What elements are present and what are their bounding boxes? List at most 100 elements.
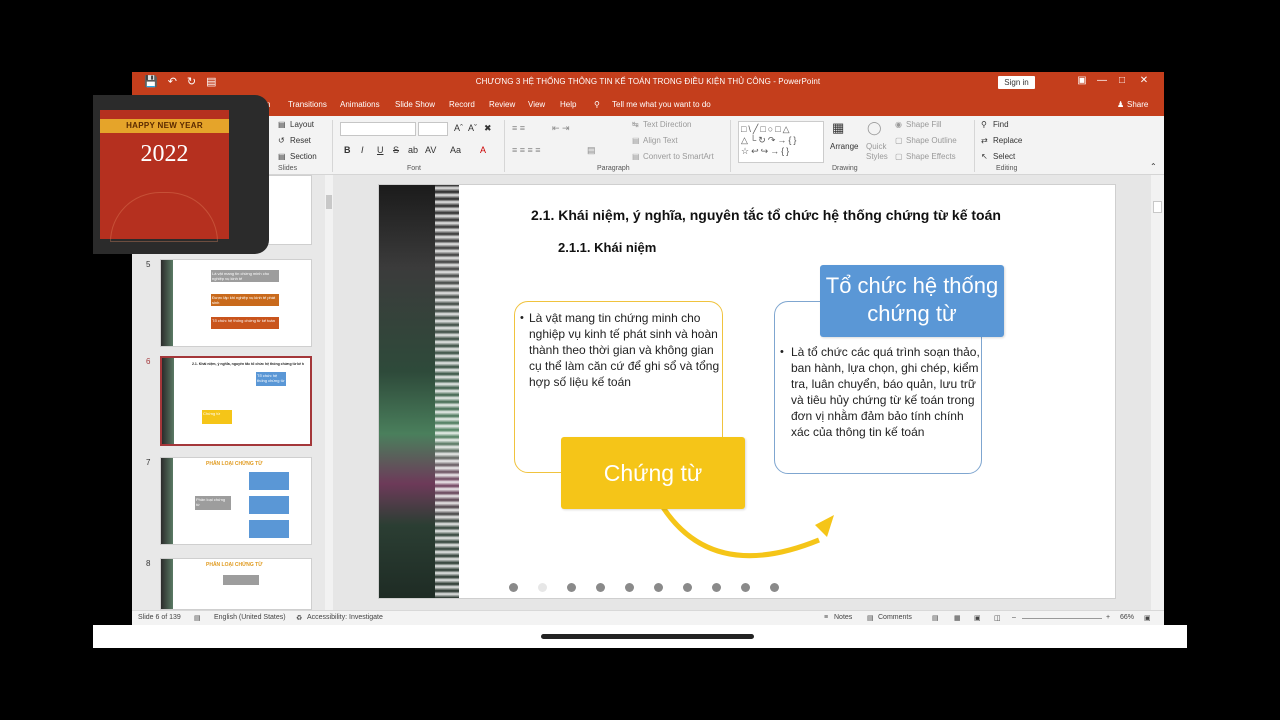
replace-button[interactable]: Replace (993, 136, 1022, 145)
increase-font-icon[interactable]: Aˆ (454, 123, 463, 133)
collapse-ribbon-icon[interactable]: ⌃ (1150, 162, 1157, 171)
align-text-button[interactable]: Align Text (643, 136, 678, 145)
section-button[interactable]: Section (290, 152, 317, 161)
thumbnails-scrollbar[interactable] (325, 175, 333, 610)
thumb-brush (161, 260, 173, 346)
convert-smartart-button[interactable]: Convert to SmartArt (643, 152, 714, 161)
home-indicator[interactable] (541, 634, 754, 639)
carousel-dot[interactable] (509, 583, 518, 592)
font-size-field[interactable] (418, 122, 448, 136)
carousel-dot[interactable] (683, 583, 692, 592)
normal-view-icon[interactable]: ▤ (932, 614, 939, 622)
slide-thumbnail-5[interactable]: Là vật mang tin chứng minh cho nghiệp vụ… (160, 259, 312, 347)
new-year-card: HAPPY NEW YEAR 2022 (100, 110, 229, 242)
tell-me-search[interactable]: Tell me what you want to do (612, 100, 711, 109)
tab-slide-show[interactable]: Slide Show (395, 100, 435, 109)
font-color-button[interactable]: A (480, 145, 486, 155)
comments-icon: ▤ (867, 615, 874, 622)
ribbon: ▤ Layout ↺ Reset ▤ Section Slides Aˆ Aˇ … (132, 116, 1164, 175)
carousel-dot[interactable] (770, 583, 779, 592)
carousel-dot-active[interactable] (538, 583, 547, 592)
zoom-out-icon[interactable]: – (1012, 614, 1016, 621)
ribbon-display-icon[interactable]: ▣ (1075, 75, 1089, 86)
clear-format-icon[interactable]: ✖ (484, 123, 492, 134)
change-case-button[interactable]: Aa (450, 145, 461, 155)
minimize-icon[interactable]: — (1095, 75, 1109, 86)
font-name-field[interactable] (340, 122, 416, 136)
strikethrough-button[interactable]: S (393, 145, 399, 155)
carousel-dot[interactable] (567, 583, 576, 592)
quick-styles-button[interactable]: Quick Styles (866, 142, 888, 162)
slide-sorter-icon[interactable]: ▦ (954, 614, 961, 622)
zoom-level[interactable]: 66% (1120, 614, 1134, 621)
curved-arrow (656, 499, 834, 559)
slide-scrollbar[interactable] (1151, 175, 1164, 610)
scrollbar-thumb[interactable] (1153, 201, 1162, 213)
slideshow-view-icon[interactable]: ◫ (994, 614, 1001, 622)
slide-thumbnail-7[interactable]: PHÂN LOẠI CHỨNG TỪ Phân loại chứng từ (160, 457, 312, 545)
tab-view[interactable]: View (528, 100, 545, 109)
sign-in-button[interactable]: Sign in (998, 76, 1035, 89)
italic-button[interactable]: I (361, 145, 364, 155)
select-icon: ↖ (981, 152, 988, 161)
tab-review[interactable]: Review (489, 100, 515, 109)
slide-canvas[interactable]: 2.1. Khái niệm, ý nghĩa, nguyên tắc tổ c… (378, 184, 1116, 599)
fit-slide-icon[interactable]: ▣ (1144, 614, 1151, 622)
thumb-box: Chứng từ (202, 410, 232, 424)
close-icon[interactable]: ✕ (1137, 75, 1151, 86)
shape-fill-button[interactable]: Shape Fill (906, 120, 942, 129)
layout-icon: ▤ (278, 120, 286, 129)
tab-transitions[interactable]: Transitions (288, 100, 327, 109)
restore-icon[interactable]: □ (1115, 75, 1129, 86)
layout-button[interactable]: Layout (290, 120, 314, 129)
shapes-gallery[interactable]: □\╱□○□△ △└↻↷→{} ☆↩↪→{} (738, 121, 824, 163)
arrange-button[interactable]: Arrange (830, 142, 858, 151)
align-text-icon: ▤ (632, 136, 640, 145)
document-title-block[interactable]: Chứng từ (561, 437, 745, 509)
language-status[interactable]: English (United States) (214, 614, 286, 621)
reading-view-icon[interactable]: ▣ (974, 614, 981, 622)
underline-button[interactable]: U (377, 145, 384, 155)
tab-record[interactable]: Record (449, 100, 475, 109)
decrease-font-icon[interactable]: Aˇ (468, 123, 477, 133)
slide-thumbnail-8[interactable]: PHÂN LOẠI CHỨNG TỪ (160, 558, 312, 610)
carousel-dot[interactable] (625, 583, 634, 592)
scrollbar-thumb[interactable] (326, 195, 332, 209)
slide-counter: Slide 6 of 139 (138, 614, 181, 621)
align-icons[interactable]: ≡ ≡ ≡ ≡ (512, 145, 541, 155)
bold-button[interactable]: B (344, 145, 351, 155)
spellcheck-icon[interactable]: ▤ (194, 614, 201, 622)
zoom-slider[interactable] (1022, 618, 1102, 619)
tab-help[interactable]: Help (560, 100, 576, 109)
editing-group-label: Editing (996, 165, 1018, 172)
shape-outline-button[interactable]: Shape Outline (906, 136, 957, 145)
share-button[interactable]: Share (1127, 100, 1148, 109)
shape-effects-button[interactable]: Shape Effects (906, 152, 956, 161)
zoom-in-icon[interactable]: + (1106, 614, 1110, 621)
organization-title-block[interactable]: Tổ chức hệ thống chứng từ (820, 265, 1004, 337)
accessibility-status[interactable]: Accessibility: Investigate (307, 614, 383, 621)
share-icon[interactable]: ♟ (1117, 100, 1124, 109)
slide-thumbnail-6-selected[interactable]: 2.1. Khái niệm, ý nghĩa, nguyên tắc tổ c… (160, 356, 312, 446)
select-button[interactable]: Select (993, 152, 1015, 161)
reset-button[interactable]: Reset (290, 136, 311, 145)
carousel-dot[interactable] (596, 583, 605, 592)
status-bar: Slide 6 of 139 ▤ English (United States)… (132, 610, 1164, 625)
bullets-icon[interactable]: ≡ ≡ (512, 123, 525, 133)
columns-icon[interactable]: ▤ (587, 145, 596, 156)
carousel-dot[interactable] (712, 583, 721, 592)
text-shadow-button[interactable]: ab (408, 145, 418, 155)
tab-animations[interactable]: Animations (340, 100, 380, 109)
carousel-dot[interactable] (654, 583, 663, 592)
thumb-number: 8 (146, 559, 151, 568)
shape-effects-icon: ▢ (895, 152, 903, 161)
notes-button[interactable]: Notes (834, 614, 852, 621)
text-direction-button[interactable]: Text Direction (643, 120, 691, 129)
char-spacing-button[interactable]: AV (425, 145, 436, 155)
ribbon-tabs: n Transitions Animations Slide Show Reco… (132, 94, 1164, 116)
comments-button[interactable]: Comments (878, 614, 912, 621)
find-button[interactable]: Find (993, 120, 1009, 129)
lightbulb-icon: ⚲ (594, 100, 600, 109)
carousel-dot[interactable] (741, 583, 750, 592)
indent-icon[interactable]: ⇤ ⇥ (552, 123, 570, 134)
